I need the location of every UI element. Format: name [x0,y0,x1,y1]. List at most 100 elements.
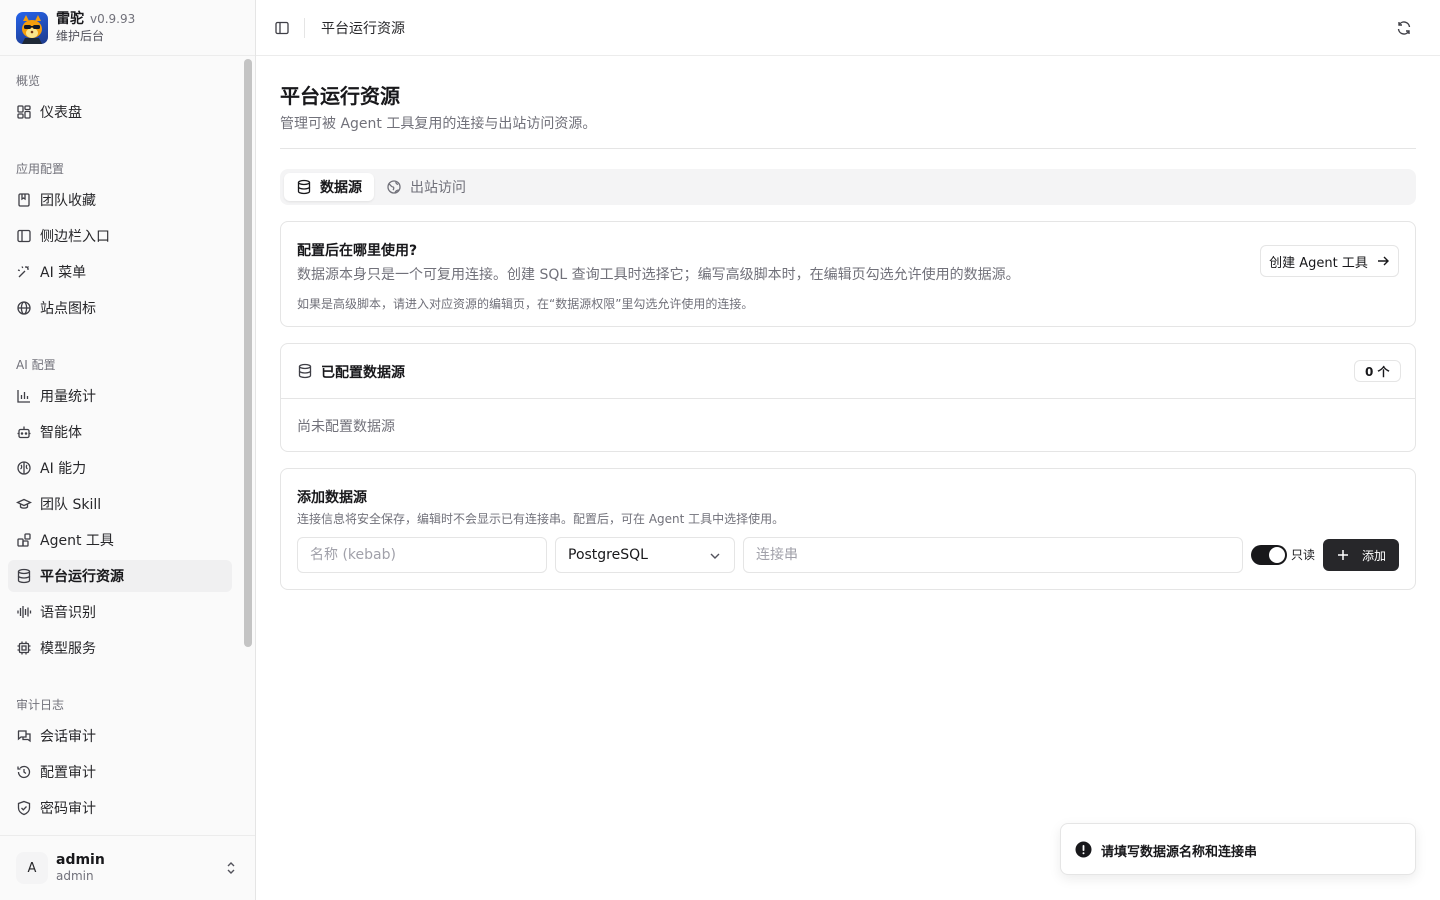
sidebar-scrollbar-thumb[interactable] [244,59,252,647]
usage-card-note: 如果是高级脚本，请进入对应资源的编辑页，在“数据源权限”里勾选允许使用的连接。 [297,297,754,311]
user-name: admin [56,852,105,869]
sidebar-item-label: 语音识别 [40,605,96,621]
sidebar-item-label: AI 能力 [40,461,87,477]
sidebar-item-label: 智能体 [40,425,82,441]
sidebar-item-label: 团队收藏 [40,193,96,209]
graduation-cap-icon [16,496,32,512]
brand-name: 雷驼 [56,11,84,28]
sidebar-item-label: 站点图标 [40,301,96,317]
sidebar-item-site-icon[interactable]: 站点图标 [8,292,232,324]
tab-label: 数据源 [320,180,362,196]
brand-logo [16,11,48,44]
connection-string-input[interactable] [743,537,1243,573]
alert-circle-icon [1075,841,1092,858]
blocks-icon [16,532,32,548]
user-menu[interactable]: A admin admin [0,835,255,900]
add-button-label: 添加 [1361,548,1386,563]
toggle-knob [1269,547,1285,563]
user-role: admin [56,869,94,884]
brand-subtitle: 维护后台 [56,28,105,43]
configured-sources-header: 已配置数据源 0 个 [281,344,1415,399]
source-type-select[interactable]: PostgreSQL [555,537,735,573]
sidebar-item-label: 侧边栏入口 [40,229,110,245]
nav-group-overview: 概览 [16,74,41,88]
nav-group-audit-logs: 审计日志 [16,698,65,712]
usage-card-description: 数据源本身只是一个可复用连接。创建 SQL 查询工具时选择它；编写高级脚本时，在… [297,267,1020,283]
sidebar-item-session-audit[interactable]: 会话审计 [8,720,232,752]
source-count-badge: 0 个 [1354,360,1401,382]
nav-group-app-config: 应用配置 [16,162,65,176]
brand-version: v0.9.93 [90,12,136,27]
sidebar-item-speech-recognition[interactable]: 语音识别 [8,596,232,628]
sidebar-toggle-icon[interactable] [274,20,290,36]
page-title: 平台运行资源 [280,84,400,108]
shield-check-icon [16,800,32,816]
sidebar-item-config-audit[interactable]: 配置审计 [8,756,232,788]
sidebar-item-label: 密码审计 [40,801,96,817]
empty-state-text: 尚未配置数据源 [297,419,395,435]
add-source-button[interactable]: 添加 [1323,539,1399,571]
tab-outbound-access[interactable]: 出站访问 [374,173,478,201]
sidebar-item-ai-menu[interactable]: AI 菜单 [8,256,232,288]
tab-label: 出站访问 [410,180,466,196]
breadcrumb: 平台运行资源 [321,21,405,37]
arrow-right-icon [1376,254,1390,268]
header-divider [280,148,1416,149]
resource-tabs: 数据源 出站访问 [280,169,1416,205]
source-type-value: PostgreSQL [568,547,648,563]
nav-group-ai-config: AI 配置 [16,358,56,372]
database-icon [16,568,32,584]
avatar: A [16,852,48,884]
sidebar-item-agents[interactable]: 智能体 [8,416,232,448]
audio-wave-icon [16,604,32,620]
chevrons-up-down-icon [223,860,239,876]
add-source-description: 连接信息将安全保存，编辑时不会显示已有连接串。配置后，可在 Agent 工具中选… [297,512,785,526]
plus-icon [1336,548,1350,562]
sidebar-item-label: 会话审计 [40,729,96,745]
messages-icon [16,728,32,744]
bar-chart-icon [16,388,32,404]
sidebar-item-usage-stats[interactable]: 用量统计 [8,380,232,412]
configured-sources-title: 已配置数据源 [321,365,405,381]
sidebar-item-model-service[interactable]: 模型服务 [8,632,232,664]
create-agent-tool-label: 创建 Agent 工具 [1269,255,1368,271]
tab-data-sources[interactable]: 数据源 [284,173,374,201]
refresh-icon[interactable] [1396,20,1412,36]
sidebar-panel-icon [16,228,32,244]
sidebar-item-label: AI 菜单 [40,265,87,281]
error-toast: 请填写数据源名称和连接串 [1060,823,1416,875]
add-source-title: 添加数据源 [297,490,367,506]
sidebar-item-dashboard[interactable]: 仪表盘 [8,96,232,128]
usage-info-card: 配置后在哪里使用? 数据源本身只是一个可复用连接。创建 SQL 查询工具时选择它… [280,221,1416,327]
sidebar-item-label: 平台运行资源 [40,569,124,585]
sidebar-item-label: 团队 Skill [40,497,102,513]
sidebar-item-sidebar-entry[interactable]: 侧边栏入口 [8,220,232,252]
sidebar-item-ai-capabilities[interactable]: AI 能力 [8,452,232,484]
sidebar-item-label: 仪表盘 [40,105,82,121]
dashboard-icon [16,104,32,120]
brand-header[interactable]: 雷驼 v0.9.93 维护后台 [0,0,255,56]
sidebar-item-label: Agent 工具 [40,533,114,549]
usage-card-title: 配置后在哪里使用? [297,243,418,259]
readonly-toggle[interactable] [1251,545,1287,565]
sidebar-item-label: 配置审计 [40,765,96,781]
bot-icon [16,424,32,440]
sidebar-item-agent-tools[interactable]: Agent 工具 [8,524,232,556]
readonly-label: 只读 [1291,548,1316,562]
add-source-card: 添加数据源 连接信息将安全保存，编辑时不会显示已有连接串。配置后，可在 Agen… [280,468,1416,590]
brain-icon [16,460,32,476]
cpu-icon [16,640,32,656]
topbar-divider [304,18,305,38]
create-agent-tool-button[interactable]: 创建 Agent 工具 [1260,245,1399,277]
sidebar-item-platform-resources[interactable]: 平台运行资源 [8,560,232,592]
sidebar-nav: 概览 仪表盘 应用配置 团队收藏 侧边栏入口 AI 菜单 站点图标 AI 配置 … [0,56,240,835]
configured-sources-card: 已配置数据源 0 个 尚未配置数据源 [280,343,1416,452]
sidebar-item-label: 用量统计 [40,389,96,405]
chevron-down-icon [708,549,722,563]
globe-icon [16,300,32,316]
sidebar-item-team-skill[interactable]: 团队 Skill [8,488,232,520]
globe-icon [386,179,402,195]
sidebar-item-password-audit[interactable]: 密码审计 [8,792,232,824]
source-name-input[interactable] [297,537,547,573]
sidebar-item-team-favorites[interactable]: 团队收藏 [8,184,232,216]
